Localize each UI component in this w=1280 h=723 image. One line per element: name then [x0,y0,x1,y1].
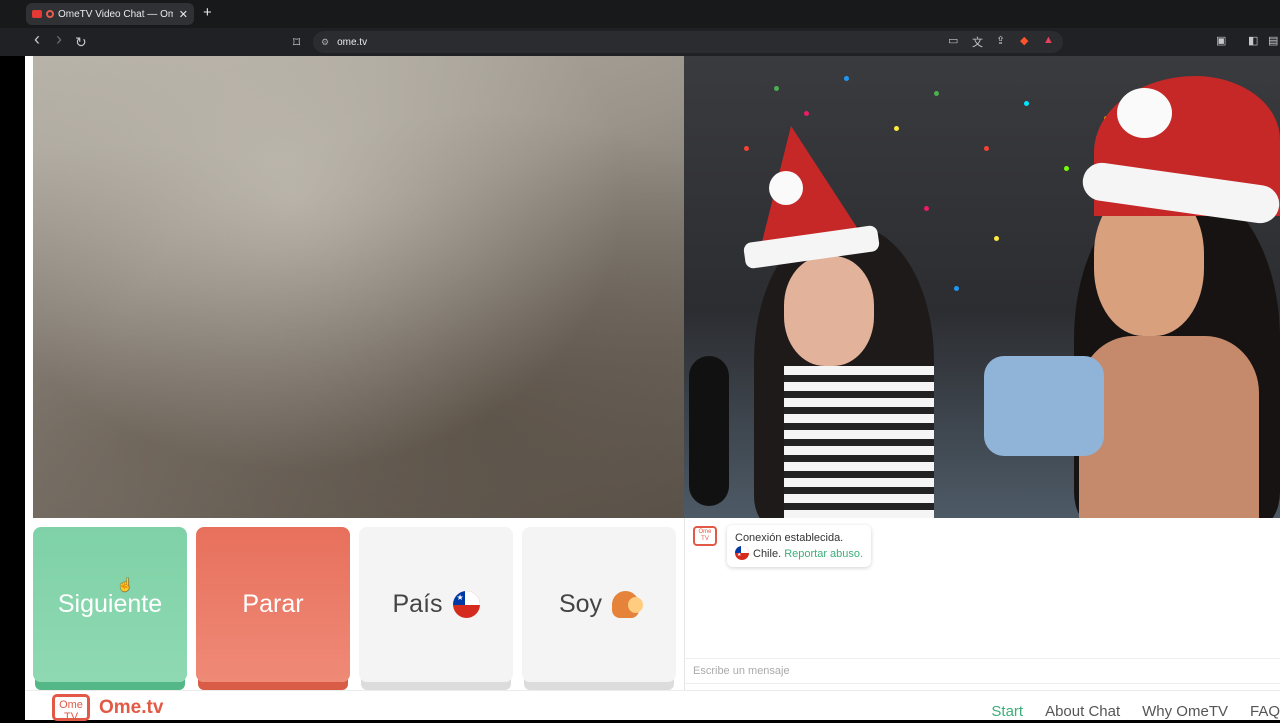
woman-emoji-icon [612,591,644,618]
translate-icon[interactable]: 文 [972,34,983,50]
nav-why-ometv[interactable]: Why OmeTV [1142,703,1228,720]
share-icon[interactable]: ⇪ [996,34,1005,47]
tab-ometv[interactable]: OmeTV Video Chat — Omegl ✕ [26,3,194,25]
ometv-logo[interactable]: Ome TV Ome.tv [52,694,164,723]
browser-chrome: OmeTV Video Chat — Omegl ✕ + ‹ › ↻ ⌑ ⚙ o… [0,0,1280,56]
country-label: País [392,590,443,618]
message-input[interactable]: Escribe un mensaje [685,658,1280,684]
recording-icon [46,10,54,18]
brave-shield-icon[interactable]: ◆ [1020,34,1028,47]
system-message: Conexión establecida. ★ Chile. Reportar a… [727,525,872,567]
report-abuse-link[interactable]: Reportar abuso. [784,548,863,560]
close-tab-icon[interactable]: ✕ [179,8,188,21]
bed-pillow [984,356,1104,456]
pompom-left [769,171,803,205]
stop-label: Parar [242,590,304,618]
chile-flag-icon: ★ [452,591,480,618]
back-button[interactable]: ‹ [34,30,40,48]
person-left-shirt [784,366,934,518]
connection-status: Conexión establecida. [735,532,844,544]
cast-icon[interactable]: ▭ [948,34,958,47]
next-button[interactable]: Siguiente [33,527,187,682]
country-line: ★ Chile. Reportar abuso. [735,546,863,562]
nav-about-chat[interactable]: About Chat [1045,703,1120,720]
nav-start[interactable]: Start [991,703,1023,720]
reload-button[interactable]: ↻ [75,33,87,51]
sidebar-icon[interactable]: ◧ [1248,34,1258,47]
site-settings-icon[interactable]: ⚙ [321,37,329,48]
local-video-feed [33,56,684,518]
gender-label: Soy [558,590,603,618]
country-filter-button[interactable]: País ★ [359,527,513,682]
address-bar-row: ‹ › ↻ ⌑ ⚙ ome.tv ▭ 文 ⇪ ◆ ▲ ▣ ◧ ▤ [0,28,1280,56]
ometv-chat-logo: Ome TV [693,526,717,546]
tab-bar: OmeTV Video Chat — Omegl ✕ + [0,0,1280,28]
stop-button[interactable]: Parar [196,527,350,682]
brand-name: Ome.tv [99,696,164,718]
wallet-icon[interactable]: ▣ [1216,34,1226,47]
bookmark-icon[interactable]: ⌑ [293,33,300,51]
pompom-right [1117,88,1172,138]
next-label: Siguiente [57,590,163,618]
person-right-body [1079,336,1259,518]
country-name: Chile. [753,548,782,560]
remote-video-feed [684,56,1280,518]
forward-button[interactable]: › [56,30,62,48]
hand-cursor-icon: ☝ [117,577,134,592]
chile-flag-small-icon: ★ [735,546,749,560]
tab-title: OmeTV Video Chat — Omegl [58,8,173,20]
new-tab-button[interactable]: + [203,5,212,21]
ometv-page: Siguiente ☝ Parar País ★ Soy Ome TV Cone… [25,56,1280,723]
nav-faq[interactable]: FAQ [1250,703,1280,720]
gender-button[interactable]: Soy [522,527,676,682]
tv-logo-icon: Ome TV [52,694,90,723]
youtube-favicon-icon [32,10,42,18]
url-text: ome.tv [337,36,368,48]
footer-nav: Start About Chat Why OmeTV FAQ [991,703,1280,720]
brave-rewards-icon[interactable]: ▲ [1043,34,1054,46]
site-footer-nav: Ome TV Ome.tv Start About Chat Why OmeTV… [25,690,1280,723]
microphone [689,356,729,506]
menu-icon[interactable]: ▤ [1268,34,1278,47]
person-left-face [784,256,874,366]
